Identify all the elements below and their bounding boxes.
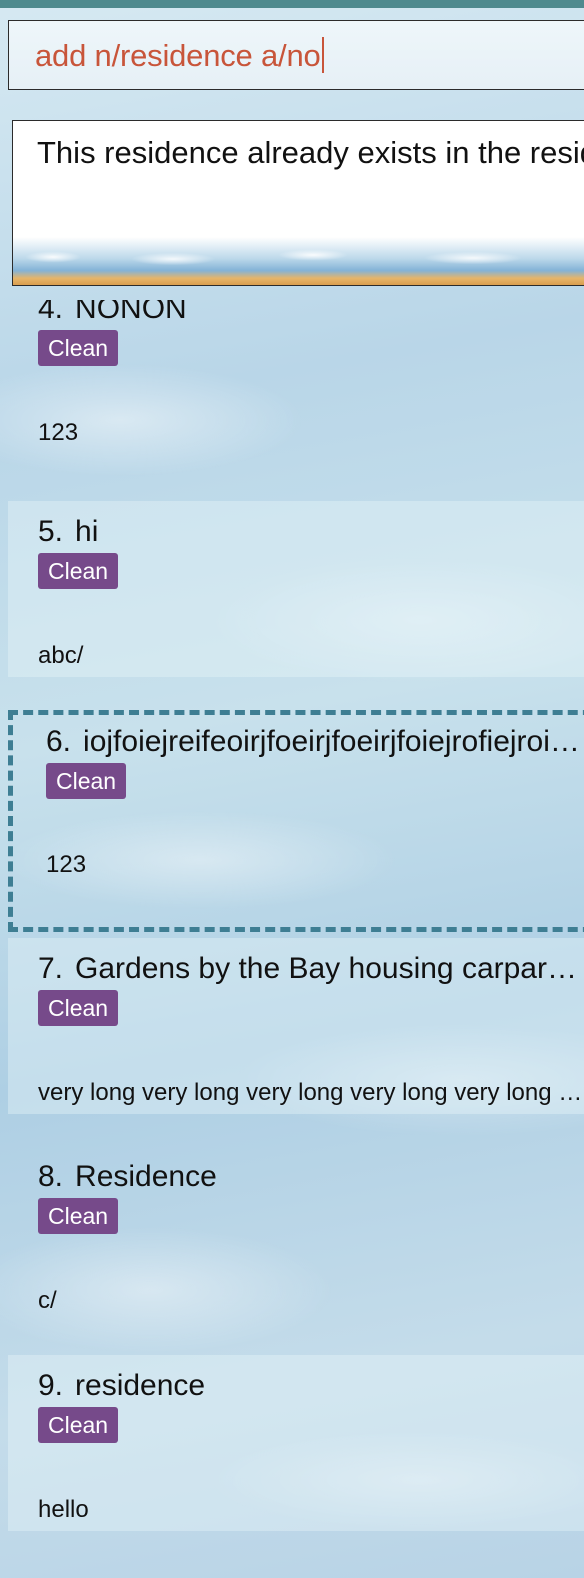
residence-index: 7. <box>38 952 64 985</box>
residence-name: hi <box>75 515 99 548</box>
residence-address: abc/ <box>38 642 84 669</box>
residence-index: 9. <box>38 1369 64 1402</box>
command-input[interactable]: add n/residence a/no <box>35 37 324 74</box>
clean-status-tag: Clean <box>38 1407 119 1443</box>
residence-name: iojfoiejreifeoirjfoeirjfoeirjfoiejrofiej… <box>83 725 584 758</box>
residence-list[interactable]: 4. NONON Clean 123 5. hi Clean abc/ 6. iojf… <box>0 300 584 1578</box>
clean-status-tag: Clean <box>46 763 127 799</box>
residence-index: 5. <box>38 515 64 548</box>
clean-status-tag: Clean <box>38 990 119 1026</box>
residence-card-selected[interactable]: 6. iojfoiejreifeoirjfoeirjfoeirjfoiejrofi… <box>8 710 584 932</box>
residence-title: 9. residence <box>38 1369 584 1403</box>
clean-status-tag: Clean <box>38 330 119 366</box>
residence-index: 4. <box>38 300 64 325</box>
text-caret <box>321 37 324 73</box>
residence-index: 8. <box>38 1160 64 1193</box>
command-box[interactable]: add n/residence a/no <box>8 20 584 90</box>
residence-title: 6. iojfoiejreifeoirjfoeirjfoeirjfoiejrofi… <box>46 725 584 759</box>
residence-title: 8. Residence <box>38 1160 584 1194</box>
residence-card[interactable]: 8. Residence Clean c/ <box>8 1146 584 1322</box>
residence-name: NONON <box>75 300 187 325</box>
result-display-wave-decoration <box>13 237 584 285</box>
clean-status-tag: Clean <box>38 553 119 589</box>
residence-address: hello <box>38 1496 89 1523</box>
residence-name: residence <box>75 1369 206 1402</box>
command-input-text: add n/residence a/no <box>35 38 321 73</box>
residence-title: 7. Gardens by the Bay housing carpark are… <box>38 952 584 986</box>
residence-card[interactable]: 4. NONON Clean 123 <box>8 300 584 454</box>
residence-card[interactable]: 9. residence Clean hello <box>8 1355 584 1531</box>
residence-name: Residence <box>75 1160 217 1193</box>
clean-status-tag: Clean <box>38 1198 119 1234</box>
residence-index: 6. <box>46 725 72 758</box>
residence-title: 5. hi <box>38 515 584 549</box>
residence-card[interactable]: 5. hi Clean abc/ <box>8 501 584 677</box>
result-display: This residence already exists in the res… <box>12 120 584 286</box>
result-message: This residence already exists in the res… <box>37 135 584 170</box>
residence-address: 123 <box>46 851 87 878</box>
residence-address: c/ <box>38 1287 57 1314</box>
residence-name: Gardens by the Bay housing carpark area … <box>75 952 584 985</box>
residence-address: 123 <box>38 419 79 446</box>
residence-address: very long very long very long very long … <box>38 1079 584 1106</box>
residence-title: 4. NONON <box>38 300 584 326</box>
window-top-stripe <box>0 0 584 8</box>
residence-card[interactable]: 7. Gardens by the Bay housing carpark are… <box>8 938 584 1114</box>
